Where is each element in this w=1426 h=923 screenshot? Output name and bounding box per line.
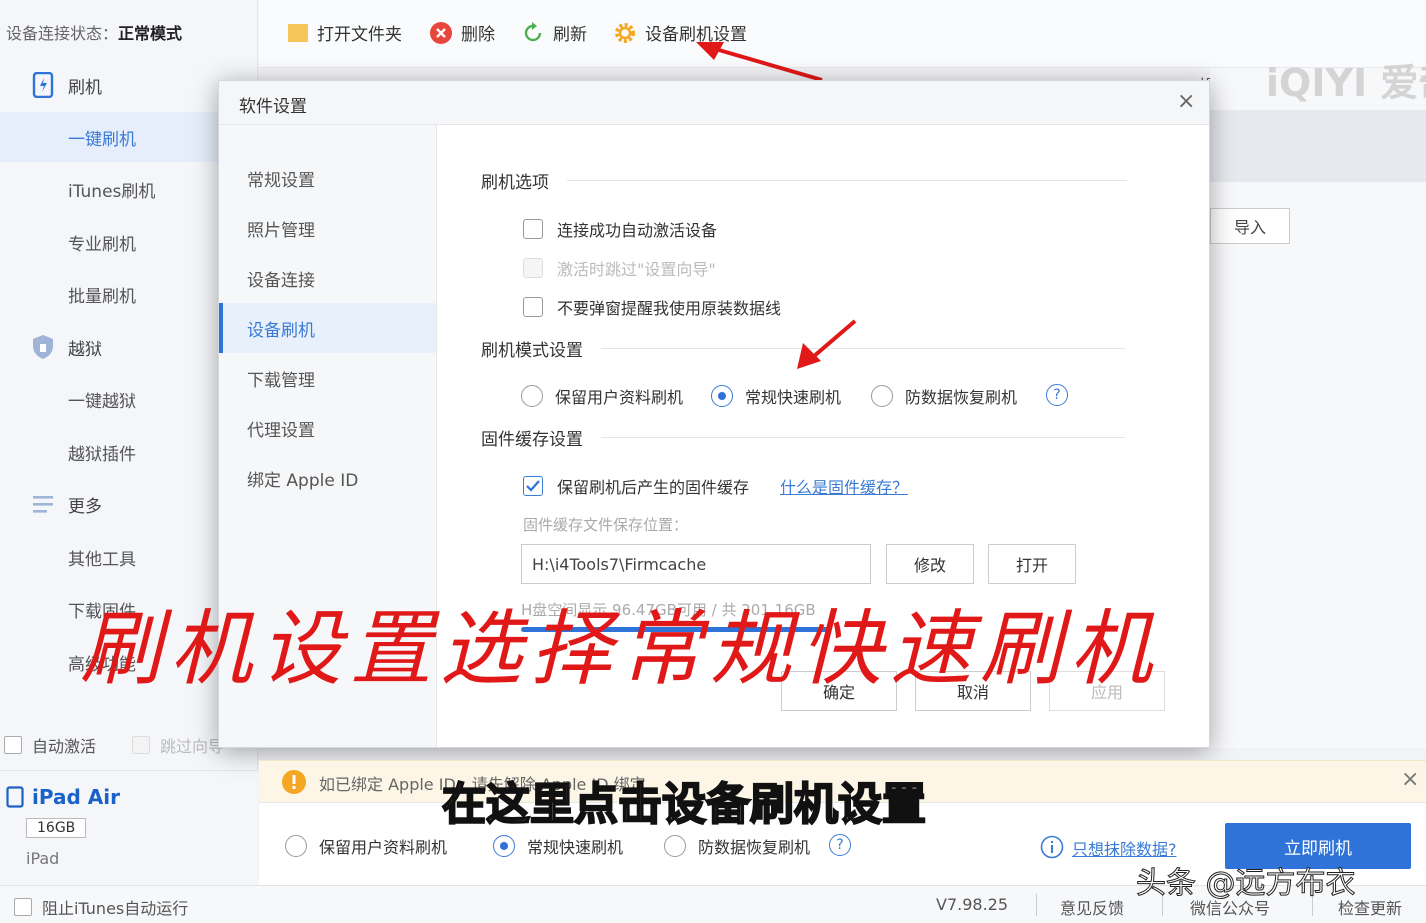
bottom-mode-quick[interactable]: 常规快速刷机 bbox=[493, 834, 623, 858]
mode-keep-data-radio[interactable]: 保留用户资料刷机 bbox=[521, 384, 683, 408]
bottom-mode-keep-data[interactable]: 保留用户资料刷机 bbox=[285, 834, 447, 858]
version-label: V7.98.25 bbox=[936, 895, 1009, 914]
help-icon[interactable]: ? bbox=[1046, 384, 1068, 406]
device-card: iPad Air 16GB iPad bbox=[0, 770, 258, 885]
annotation-arrow-toolbar bbox=[696, 42, 823, 82]
cache-location-label: 固件缓存文件保存位置： bbox=[523, 516, 689, 534]
annotation-arrow-mode bbox=[797, 319, 857, 369]
block-itunes-checkbox[interactable]: 阻止iTunes自动运行 bbox=[14, 895, 188, 919]
tab-device-flash[interactable]: 设备刷机 bbox=[219, 303, 436, 353]
phone-flash-icon bbox=[30, 72, 56, 98]
skip-guide-checkbox[interactable]: 跳过向导 bbox=[132, 733, 224, 757]
tab-device-connection[interactable]: 设备连接 bbox=[219, 253, 436, 303]
device-capacity: 16GB bbox=[26, 818, 87, 838]
toutiao-watermark: 头条 @远方布衣 bbox=[1136, 866, 1357, 902]
section-flash-options: 刷机选项 bbox=[481, 168, 1127, 193]
mode-anti-recovery-radio[interactable]: 防数据恢复刷机 bbox=[871, 384, 1017, 408]
check-icon bbox=[526, 480, 540, 492]
video-subtitle: 在这里点击设备刷机设置 bbox=[441, 778, 927, 831]
tab-general[interactable]: 常规设置 bbox=[219, 153, 436, 203]
mode-quick-radio[interactable]: 常规快速刷机 bbox=[711, 384, 841, 408]
warning-icon bbox=[282, 770, 306, 794]
section-firmware-cache: 固件缓存设置 bbox=[481, 425, 1125, 450]
table-header-behind bbox=[1210, 110, 1426, 182]
keep-cache-option[interactable]: 保留刷机后产生的固件缓存 bbox=[523, 474, 749, 498]
tab-proxy[interactable]: 代理设置 bbox=[219, 403, 436, 453]
iqiyi-logo: iQIYI 爱奇艺 bbox=[1266, 61, 1426, 105]
device-name: iPad Air bbox=[6, 785, 120, 809]
no-cable-warning-option[interactable]: 不要弹窗提醒我使用原装数据线 bbox=[523, 295, 781, 319]
annotation-caption: 刷机设置选择常规快速刷机 bbox=[80, 602, 1160, 697]
bottom-mode-anti-recovery[interactable]: 防数据恢复刷机 bbox=[664, 834, 810, 858]
refresh-button[interactable]: 刷新 bbox=[521, 20, 587, 45]
tablet-icon bbox=[6, 786, 24, 808]
menu-icon bbox=[30, 491, 56, 517]
dialog-title: 软件设置 bbox=[239, 97, 307, 117]
skip-setup-option[interactable]: 激活时跳过"设置向导" bbox=[523, 256, 716, 280]
modify-button[interactable]: 修改 bbox=[886, 544, 974, 584]
open-button[interactable]: 打开 bbox=[988, 544, 1076, 584]
delete-button[interactable]: 删除 bbox=[429, 20, 495, 45]
shield-icon bbox=[30, 334, 56, 360]
import-button[interactable]: 导入 bbox=[1210, 208, 1290, 244]
delete-icon bbox=[429, 21, 453, 45]
info-icon bbox=[1040, 835, 1064, 859]
erase-data-link[interactable]: 只想抹除数据? bbox=[1072, 836, 1177, 860]
refresh-icon bbox=[521, 21, 545, 45]
device-status-value: 正常模式 bbox=[118, 24, 183, 43]
auto-activate-option[interactable]: 连接成功自动激活设备 bbox=[523, 217, 717, 241]
tab-apple-id[interactable]: 绑定 Apple ID bbox=[219, 453, 436, 503]
cache-path-input[interactable]: H:\i4Tools7\Firmcache bbox=[521, 544, 871, 584]
close-icon[interactable]: × bbox=[1177, 89, 1195, 114]
dialog-header: 软件设置 × bbox=[219, 81, 1209, 125]
what-is-cache-link[interactable]: 什么是固件缓存？ bbox=[780, 474, 908, 498]
toolbar: 打开文件夹 删除 刷新 设备刷机设置 操作 bbox=[259, 0, 1426, 97]
open-folder-button[interactable]: 打开文件夹 bbox=[287, 20, 402, 45]
gear-icon bbox=[613, 21, 637, 45]
device-status: 设备连接状态：正常模式 bbox=[6, 24, 183, 43]
help-icon[interactable]: ? bbox=[829, 834, 851, 856]
device-type: iPad bbox=[26, 849, 60, 868]
feedback-link[interactable]: 意见反馈 bbox=[1060, 895, 1124, 919]
close-icon[interactable]: × bbox=[1401, 767, 1419, 792]
tab-photos[interactable]: 照片管理 bbox=[219, 203, 436, 253]
auto-activate-checkbox[interactable]: 自动激活 bbox=[4, 733, 96, 757]
folder-icon bbox=[287, 22, 309, 44]
tab-downloads[interactable]: 下载管理 bbox=[219, 353, 436, 403]
